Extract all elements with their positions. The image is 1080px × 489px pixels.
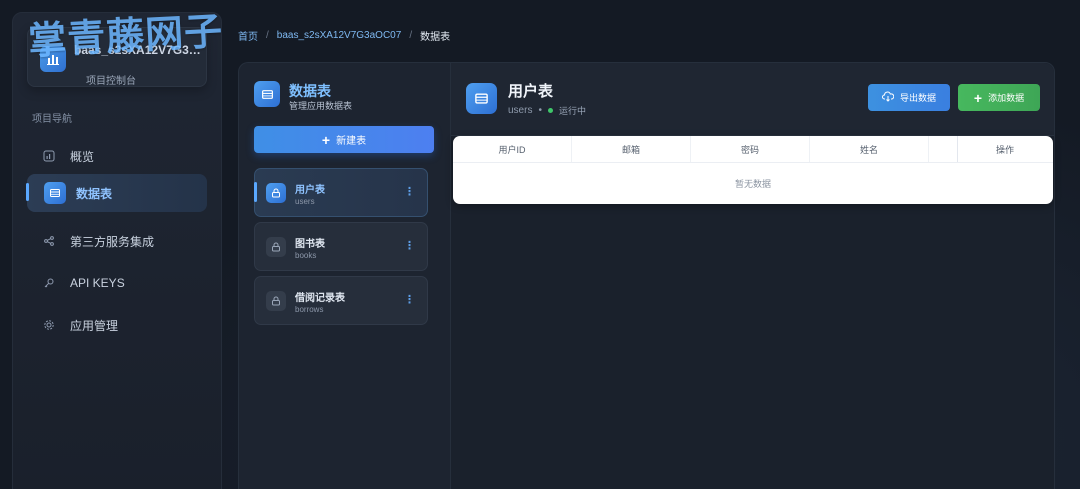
table-key: books <box>295 251 317 260</box>
project-name: baas_s2sXA12V7G3aOC07 <box>74 43 204 57</box>
table-detail-header: 用户表 users • 运行中 导出数据 + 添加数据 <box>451 63 1054 136</box>
column-header[interactable]: 姓名 <box>810 136 929 162</box>
add-data-label: 添加数据 <box>988 93 1025 103</box>
meta-separator: • <box>538 105 542 116</box>
tables-panel-title: 数据表 <box>289 83 331 99</box>
new-table-label: 新建表 <box>336 136 367 147</box>
sidebar-item-overview[interactable]: 概览 <box>27 138 207 174</box>
share-icon <box>39 231 59 251</box>
app-root: baas_s2sXA12V7G3aOC07 项目控制台 项目导航 概览 数据表 … <box>0 0 1080 489</box>
table-detail-key: users <box>508 105 533 116</box>
table-name: 借阅记录表 <box>295 293 345 304</box>
column-header-actions: 操作 <box>995 144 1014 155</box>
tables-panel-subtitle: 管理应用数据表 <box>289 101 353 111</box>
table-key: users <box>295 197 315 206</box>
tables-panel: 数据表 管理应用数据表 + 新建表 用户表 users ⋮ 图书表 books … <box>238 62 450 489</box>
lock-icon <box>266 291 286 311</box>
sidebar-item-tables[interactable]: 数据表 <box>26 174 207 212</box>
plus-icon: + <box>321 131 331 148</box>
more-vertical-icon[interactable]: ⋮ <box>404 239 415 252</box>
bar-chart-icon <box>39 146 59 166</box>
nav-section-title: 项目导航 <box>32 114 72 125</box>
lock-icon <box>266 183 286 203</box>
export-data-label: 导出数据 <box>899 93 936 103</box>
database-table-icon <box>254 81 280 107</box>
project-subtitle: 项目控制台 <box>86 76 136 87</box>
status-badge: 运行中 <box>558 106 586 116</box>
table-name: 图书表 <box>295 239 325 250</box>
sidebar-item-label: 概览 <box>70 149 95 164</box>
breadcrumb: 首页 / baas_s2sXA12V7G3aOC07 / 数据表 <box>238 28 450 43</box>
breadcrumb-home[interactable]: 首页 <box>238 28 258 43</box>
table-list-item-users[interactable]: 用户表 users ⋮ <box>254 168 428 217</box>
more-vertical-icon[interactable]: ⋮ <box>404 185 415 198</box>
sidebar-item-app-management[interactable]: 应用管理 <box>27 307 207 343</box>
gear-icon <box>39 315 59 335</box>
lock-icon <box>266 237 286 257</box>
table-detail-panel: 用户表 users • 运行中 导出数据 + 添加数据 用户ID 邮箱 密码 姓… <box>450 62 1055 489</box>
cloud-download-icon <box>882 91 895 104</box>
export-data-button[interactable]: 导出数据 <box>868 84 950 111</box>
status-dot <box>547 108 553 113</box>
sidebar-item-label: 第三方服务集成 <box>70 234 155 249</box>
breadcrumb-project[interactable]: baas_s2sXA12V7G3aOC07 <box>277 30 402 41</box>
sidebar: baas_s2sXA12V7G3aOC07 项目控制台 项目导航 概览 数据表 … <box>12 12 222 489</box>
empty-state: 暂无数据 <box>734 178 771 189</box>
key-icon <box>39 273 59 293</box>
breadcrumb-current: 数据表 <box>420 32 451 43</box>
plus-icon: + <box>973 89 983 106</box>
sidebar-item-label: 数据表 <box>76 186 113 201</box>
sidebar-item-integrations[interactable]: 第三方服务集成 <box>27 223 207 259</box>
add-data-button[interactable]: + 添加数据 <box>958 84 1040 111</box>
new-table-button[interactable]: + 新建表 <box>254 126 434 153</box>
sidebar-item-label: 应用管理 <box>70 318 119 333</box>
table-list-item-books[interactable]: 图书表 books ⋮ <box>254 222 428 271</box>
sidebar-item-api-keys[interactable]: API KEYS <box>27 265 207 301</box>
more-vertical-icon[interactable]: ⋮ <box>404 293 415 306</box>
column-header[interactable]: 密码 <box>691 136 810 162</box>
table-icon <box>466 83 497 114</box>
column-header <box>929 136 958 162</box>
table-name: 用户表 <box>295 185 325 196</box>
breadcrumb-separator: / <box>409 30 413 41</box>
project-card[interactable]: baas_s2sXA12V7G3aOC07 项目控制台 <box>27 27 207 87</box>
breadcrumb-separator: / <box>266 30 269 41</box>
data-table: 用户ID 邮箱 密码 姓名 操作 暂无数据 <box>453 136 1053 204</box>
column-header[interactable]: 用户ID <box>453 136 572 162</box>
table-key: borrows <box>295 305 324 314</box>
table-detail-meta: users • 运行中 <box>508 104 586 117</box>
project-logo-icon <box>40 46 66 72</box>
table-list-item-borrows[interactable]: 借阅记录表 borrows ⋮ <box>254 276 428 325</box>
table-detail-title: 用户表 <box>508 83 554 100</box>
sidebar-item-label: API KEYS <box>70 276 125 290</box>
table-icon <box>44 182 66 204</box>
table-header-row: 用户ID 邮箱 密码 姓名 操作 <box>453 136 1053 163</box>
column-header[interactable]: 邮箱 <box>572 136 691 162</box>
